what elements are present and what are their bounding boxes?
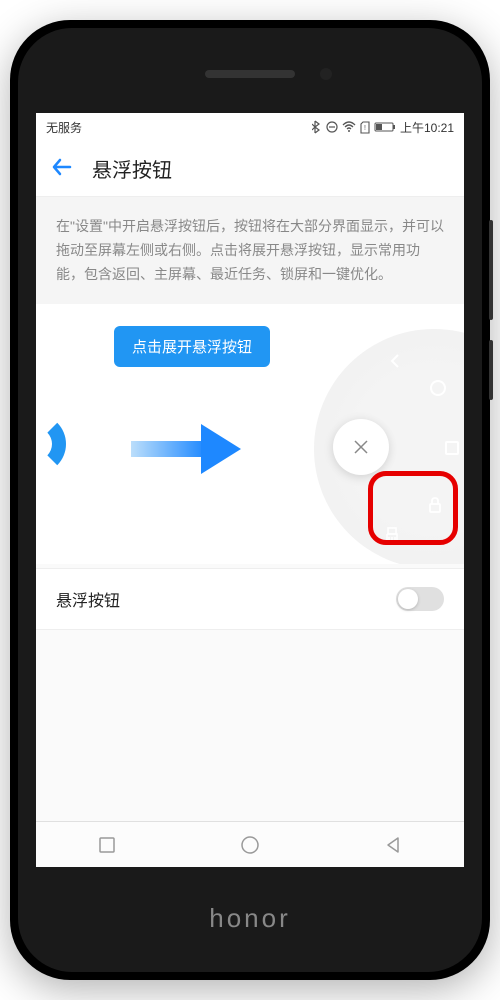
home-circle-icon <box>424 374 452 402</box>
toggle-knob <box>398 589 418 609</box>
sim-icon: ! <box>360 121 370 134</box>
brand-logo: honor <box>209 903 291 934</box>
cleanup-brush-icon <box>378 521 406 549</box>
tooltip-label: 点击展开悬浮按钮 <box>114 326 270 367</box>
phone-frame: 无服务 ! <box>10 20 490 980</box>
floating-button-setting-row: 悬浮按钮 <box>36 568 464 630</box>
floating-button-toggle[interactable] <box>396 587 444 611</box>
recent-square-icon <box>438 434 464 462</box>
back-button[interactable] <box>50 155 74 183</box>
time-label: 上午10:21 <box>400 119 454 136</box>
navigation-bar <box>36 821 464 867</box>
description-text: 在"设置"中开启悬浮按钮后，按钮将在大部分界面显示，并可以拖动至屏幕左侧或右侧。… <box>36 197 464 304</box>
setting-label: 悬浮按钮 <box>56 587 120 611</box>
bluetooth-icon <box>312 120 322 134</box>
volume-button <box>489 220 493 320</box>
illustration-panel: 点击展开悬浮按钮 <box>36 304 464 564</box>
speaker-grille <box>205 70 295 78</box>
page-title: 悬浮按钮 <box>92 154 172 183</box>
back-nav-icon <box>381 347 409 375</box>
svg-text:!: ! <box>364 125 366 132</box>
wifi-icon <box>342 121 356 133</box>
screen: 无服务 ! <box>36 113 464 867</box>
collapsed-dock-icon <box>36 414 66 474</box>
arrow-icon <box>131 424 241 479</box>
carrier-label: 无服务 <box>46 119 82 136</box>
battery-icon <box>374 121 396 133</box>
status-bar: 无服务 ! <box>36 113 464 141</box>
close-center-button <box>333 419 389 475</box>
app-header: 悬浮按钮 <box>36 141 464 197</box>
do-not-disturb-icon <box>326 121 338 133</box>
lock-icon <box>421 491 449 519</box>
phone-bezel: 无服务 ! <box>18 28 482 972</box>
expanded-dock <box>264 319 464 549</box>
front-camera <box>320 68 332 80</box>
nav-recent-button[interactable] <box>77 825 137 865</box>
power-button <box>489 340 493 400</box>
nav-home-button[interactable] <box>220 825 280 865</box>
nav-back-button[interactable] <box>363 825 423 865</box>
